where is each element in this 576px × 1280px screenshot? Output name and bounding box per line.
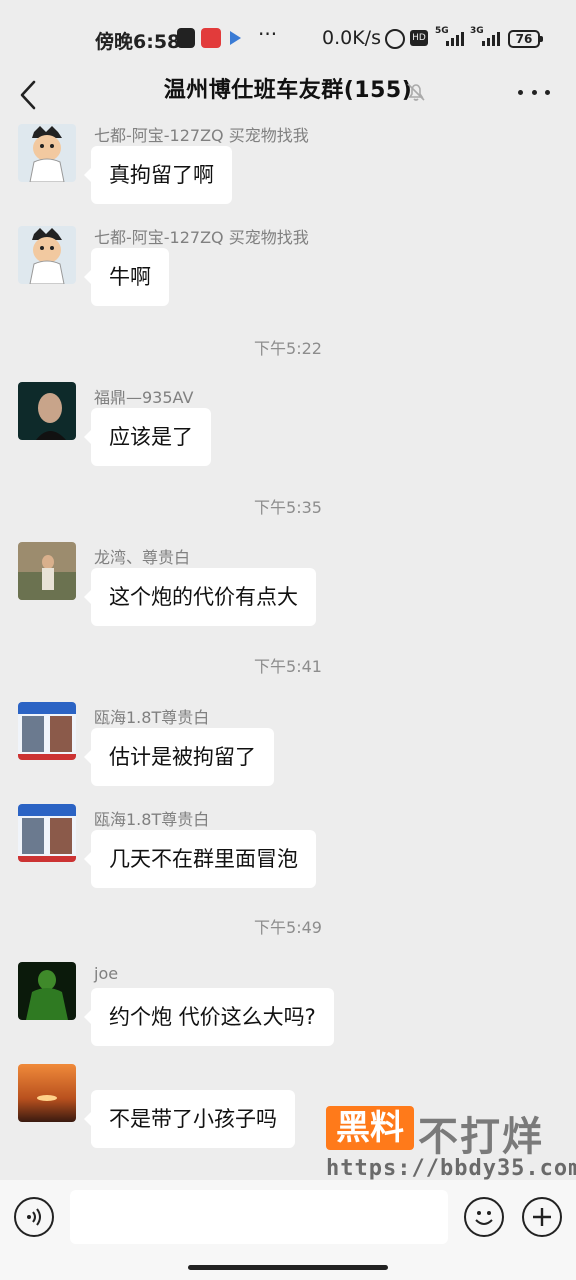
sender-name: joe — [94, 964, 119, 983]
watermark-url: https://bbdy35.com — [326, 1156, 576, 1181]
poster-avatar[interactable] — [18, 702, 76, 760]
network-speed: 0.0K/s — [322, 27, 381, 49]
watermark: 黑料 不打烊 https://bbdy35.com — [322, 1106, 576, 1186]
battery-icon: 76 — [508, 30, 543, 48]
sender-name: 龙湾、尊贵白 — [94, 548, 191, 567]
signal-icon — [446, 30, 464, 46]
message-bubble[interactable]: 牛啊 — [84, 248, 169, 306]
message-timestamp: 下午5:35 — [254, 498, 322, 517]
message-bubble[interactable]: 应该是了 — [84, 408, 211, 466]
message-timestamp: 下午5:41 — [254, 657, 322, 676]
voice-icon[interactable] — [14, 1197, 54, 1237]
hd-icon: HD — [410, 30, 428, 46]
more-icon[interactable] — [518, 82, 550, 102]
sim-icon — [177, 28, 195, 48]
message-input[interactable] — [70, 1190, 448, 1244]
message-timestamp: 下午5:22 — [254, 339, 322, 358]
message-bubble[interactable]: 真拘留了啊 — [84, 146, 232, 204]
play-icon — [230, 31, 241, 45]
message-list[interactable]: 七都-阿宝-127ZQ 买宠物找我 真拘留了啊 七都-阿宝-127ZQ 买宠物找… — [0, 120, 576, 1180]
status-time: 傍晚6:58 — [95, 31, 181, 53]
sender-name: 七都-阿宝-127ZQ 买宠物找我 — [94, 228, 309, 247]
signal-icon — [482, 30, 500, 46]
message-timestamp: 下午5:49 — [254, 918, 322, 937]
watermark-badge: 黑料 — [326, 1106, 414, 1150]
message-bubble[interactable]: 估计是被拘留了 — [84, 728, 274, 786]
message-bubble[interactable]: 不是带了小孩子吗 — [84, 1090, 295, 1148]
watermark-text: 不打烊 — [418, 1114, 544, 1160]
outdoor-photo-avatar[interactable] — [18, 542, 76, 600]
chat-title: 温州博仕班车友群(155) — [163, 78, 413, 103]
message-bubble[interactable]: 这个炮的代价有点大 — [84, 568, 316, 626]
portrait-avatar[interactable] — [18, 382, 76, 440]
sender-name: 瓯海1.8T尊贵白 — [94, 810, 210, 829]
cartoon-avatar[interactable] — [18, 226, 76, 284]
alarm-icon — [385, 29, 405, 49]
green-figure-avatar[interactable] — [18, 962, 76, 1020]
cartoon-avatar[interactable] — [18, 124, 76, 182]
more-dots-icon: ··· — [258, 22, 278, 46]
plus-icon[interactable] — [522, 1197, 562, 1237]
mute-bell-icon — [407, 83, 425, 101]
sender-name: 福鼎—935AV — [94, 388, 194, 407]
chat-header: 温州博仕班车友群(155) — [0, 74, 576, 120]
emoji-icon[interactable] — [464, 1197, 504, 1237]
sender-name: 七都-阿宝-127ZQ 买宠物找我 — [94, 126, 309, 145]
app-notification-icon — [201, 28, 221, 48]
message-bubble[interactable]: 约个炮 代价这么大吗? — [84, 988, 334, 1046]
sender-name: 瓯海1.8T尊贵白 — [94, 708, 210, 727]
message-bubble[interactable]: 几天不在群里面冒泡 — [84, 830, 316, 888]
input-bar — [0, 1180, 576, 1280]
home-indicator[interactable] — [188, 1265, 388, 1270]
poster-avatar[interactable] — [18, 804, 76, 862]
sunset-avatar[interactable] — [18, 1064, 76, 1122]
status-bar: 傍晚6:58 ··· 0.0K/s HD 5G 3G 76 — [0, 0, 576, 74]
